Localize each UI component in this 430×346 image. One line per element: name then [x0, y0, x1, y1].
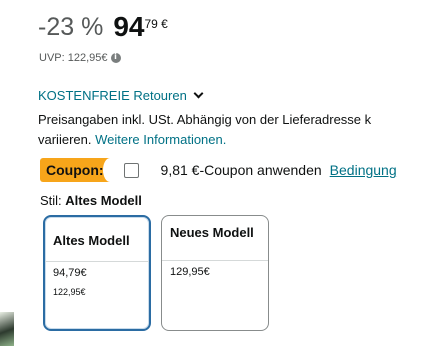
- option-price: 129,95€: [170, 266, 210, 278]
- style-option-old-model[interactable]: Altes Modell 94,79€ 122,95€: [43, 215, 151, 331]
- price-whole: 94: [113, 11, 145, 42]
- style-selection-label: Stil: Altes Modell: [40, 193, 142, 208]
- free-returns-link[interactable]: KOSTENFREIE Retouren: [38, 88, 204, 103]
- option-price: 94,79€: [53, 267, 87, 279]
- uvp-label: UVP: 122,95€: [39, 52, 108, 64]
- divider: [162, 260, 268, 261]
- more-info-link[interactable]: Weitere Informationen.: [95, 132, 226, 147]
- chevron-down-icon[interactable]: [193, 88, 204, 99]
- discount-percent: -23 %: [38, 13, 104, 41]
- option-name: Altes Modell: [53, 233, 130, 248]
- style-option-new-model[interactable]: Neues Modell 129,95€: [161, 215, 269, 331]
- coupon-checkbox[interactable]: [123, 162, 139, 178]
- free-returns-label[interactable]: KOSTENFREIE Retouren: [38, 88, 187, 103]
- style-label: Stil:: [40, 193, 62, 208]
- price-block: -23 % 94 79 €: [38, 10, 168, 44]
- coupon-terms-link[interactable]: Bedingung: [330, 162, 397, 178]
- product-thumbnail-edge[interactable]: [0, 312, 14, 346]
- info-icon[interactable]: [110, 52, 121, 63]
- style-value: Altes Modell: [65, 193, 142, 208]
- uvp-price: UVP: 122,95€: [39, 52, 121, 64]
- divider: [45, 261, 149, 262]
- tax-info-line: Preisangaben inkl. USt. Abhängig von der…: [38, 112, 372, 127]
- option-old-price: 122,95€: [53, 287, 86, 297]
- tax-info: Preisangaben inkl. USt. Abhängig von der…: [38, 110, 430, 150]
- coupon-row: Coupon: 9,81 €-Coupon anwenden Bedingung: [40, 158, 397, 182]
- coupon-text: 9,81 €-Coupon anwenden: [160, 162, 322, 178]
- option-name: Neues Modell: [170, 225, 254, 240]
- tax-info-line2: variieren.: [38, 132, 92, 147]
- price-fraction: 79 €: [144, 17, 168, 31]
- coupon-badge: Coupon:: [40, 158, 117, 182]
